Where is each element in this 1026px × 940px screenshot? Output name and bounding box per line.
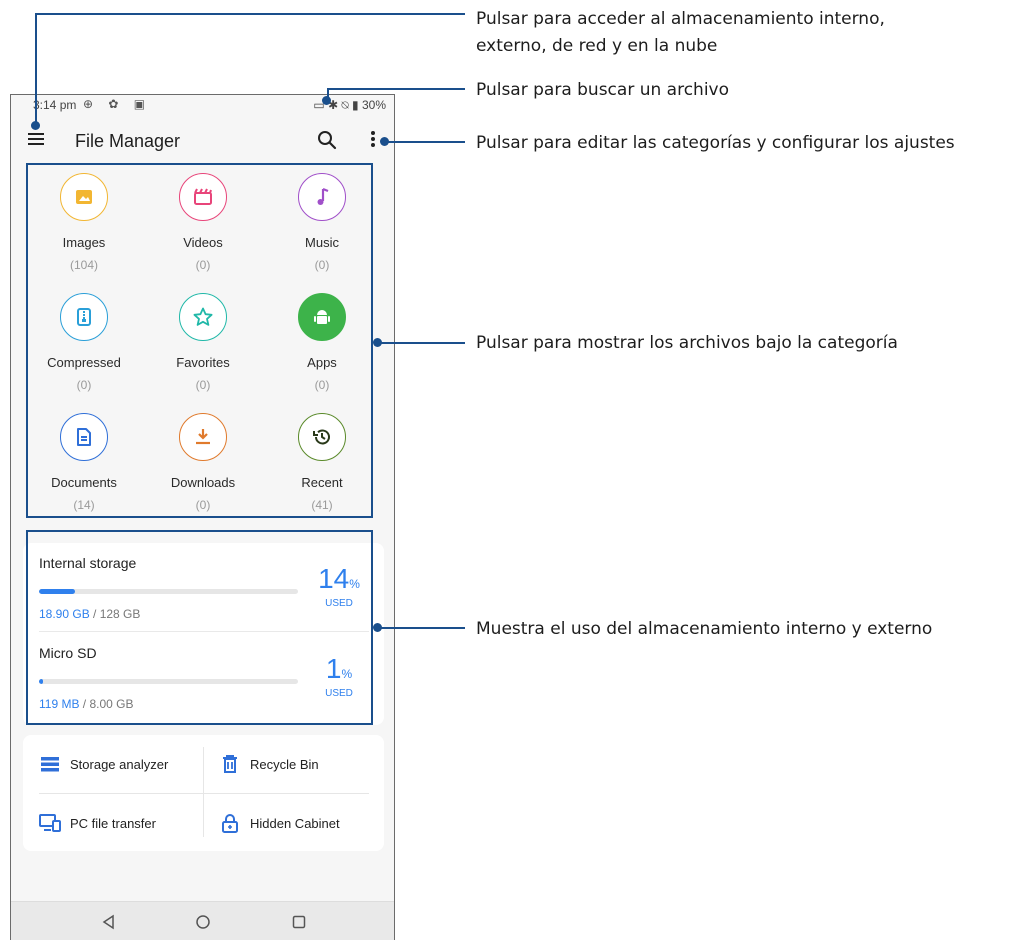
leader-line-storage xyxy=(378,627,465,629)
callout-menu-line2: externo, de red y en la nube xyxy=(476,36,718,56)
recycle-bin-button[interactable]: Recycle Bin xyxy=(219,744,319,784)
tool-label: PC file transfer xyxy=(70,815,156,831)
tool-label: Storage analyzer xyxy=(70,756,169,772)
leader-line-menu xyxy=(35,13,37,125)
trash-icon xyxy=(219,753,241,775)
lock-icon xyxy=(219,812,241,834)
divider xyxy=(203,747,204,837)
callout-menu: Pulsar para acceder al almacenamiento in… xyxy=(476,6,885,60)
tool-label: Hidden Cabinet xyxy=(250,815,340,831)
page-title: File Manager xyxy=(75,131,181,151)
callout-categories: Pulsar para mostrar los archivos bajo la… xyxy=(476,333,898,353)
back-icon[interactable] xyxy=(99,912,119,932)
more-options-icon[interactable] xyxy=(368,129,378,151)
status-time: 3:14 pm xyxy=(33,98,77,112)
leader-line-more xyxy=(385,141,465,143)
recents-icon[interactable] xyxy=(289,912,309,932)
callout-search: Pulsar para buscar un archivo xyxy=(476,80,730,100)
callout-menu-line1: Pulsar para acceder al almacenamiento in… xyxy=(476,9,885,29)
leader-line-search xyxy=(327,88,465,90)
status-notification-icons: ⊕ ✿ ▣ xyxy=(83,97,152,111)
leader-line-categories xyxy=(378,342,465,344)
storage-analyzer-button[interactable]: Storage analyzer xyxy=(39,744,168,784)
battery-percent: 30% xyxy=(361,98,386,112)
callout-storage: Muestra el uso del almacenamiento intern… xyxy=(476,619,933,639)
leader-line-menu xyxy=(35,13,465,15)
search-icon[interactable] xyxy=(315,128,339,152)
callout-more: Pulsar para editar las categorías y conf… xyxy=(476,133,955,153)
status-bar: 3:14 pm ⊕ ✿ ▣ ▭ ✱ ⍉ ▮ 30% xyxy=(11,95,394,117)
tool-label: Recycle Bin xyxy=(250,756,319,772)
navigation-bar xyxy=(11,901,394,940)
pc-file-transfer-button[interactable]: PC file transfer xyxy=(39,803,156,843)
category-highlight-box xyxy=(26,163,373,518)
menu-icon[interactable] xyxy=(27,130,47,150)
callout-dot-search xyxy=(322,96,331,105)
home-icon[interactable] xyxy=(193,912,213,932)
storage-analyzer-icon xyxy=(39,753,61,775)
hidden-cabinet-button[interactable]: Hidden Cabinet xyxy=(219,803,340,843)
pc-transfer-icon xyxy=(39,812,61,834)
tools-card: Storage analyzer Recycle Bin PC file tra… xyxy=(23,735,384,851)
app-bar: File Manager xyxy=(11,121,394,161)
status-system-icons: ▭ ✱ ⍉ ▮ xyxy=(313,98,359,112)
callout-dot-menu xyxy=(31,121,40,130)
divider xyxy=(39,793,369,794)
storage-highlight-box xyxy=(26,530,373,725)
